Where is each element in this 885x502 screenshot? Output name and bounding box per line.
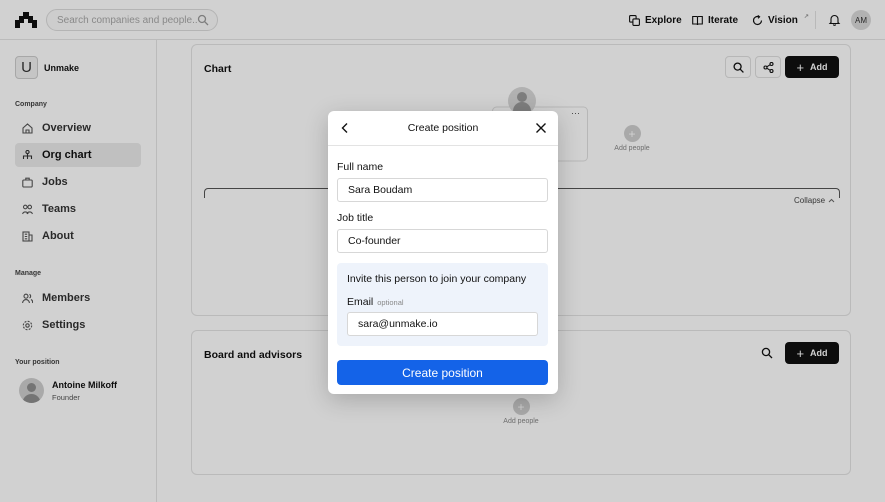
email-field[interactable] bbox=[347, 312, 538, 336]
create-position-label: Create position bbox=[402, 365, 483, 380]
job-title-label: Job title bbox=[337, 212, 374, 224]
invite-section: Invite this person to join your company … bbox=[337, 263, 548, 346]
modal-title: Create position bbox=[407, 122, 479, 134]
invite-text: Invite this person to join your company bbox=[347, 273, 527, 285]
create-position-modal: Create position Full name Job title Invi… bbox=[328, 111, 558, 394]
full-name-field[interactable] bbox=[337, 178, 548, 202]
full-name-label: Full name bbox=[337, 161, 384, 173]
create-position-button[interactable]: Create position bbox=[337, 360, 548, 385]
close-icon[interactable] bbox=[535, 122, 547, 134]
email-label: Email optional bbox=[347, 296, 404, 308]
job-title-field[interactable] bbox=[337, 229, 548, 253]
email-optional-hint: optional bbox=[377, 298, 404, 307]
chevron-left-icon[interactable] bbox=[339, 122, 351, 134]
modal-header: Create position bbox=[328, 111, 558, 146]
email-label-text: Email bbox=[347, 296, 374, 308]
